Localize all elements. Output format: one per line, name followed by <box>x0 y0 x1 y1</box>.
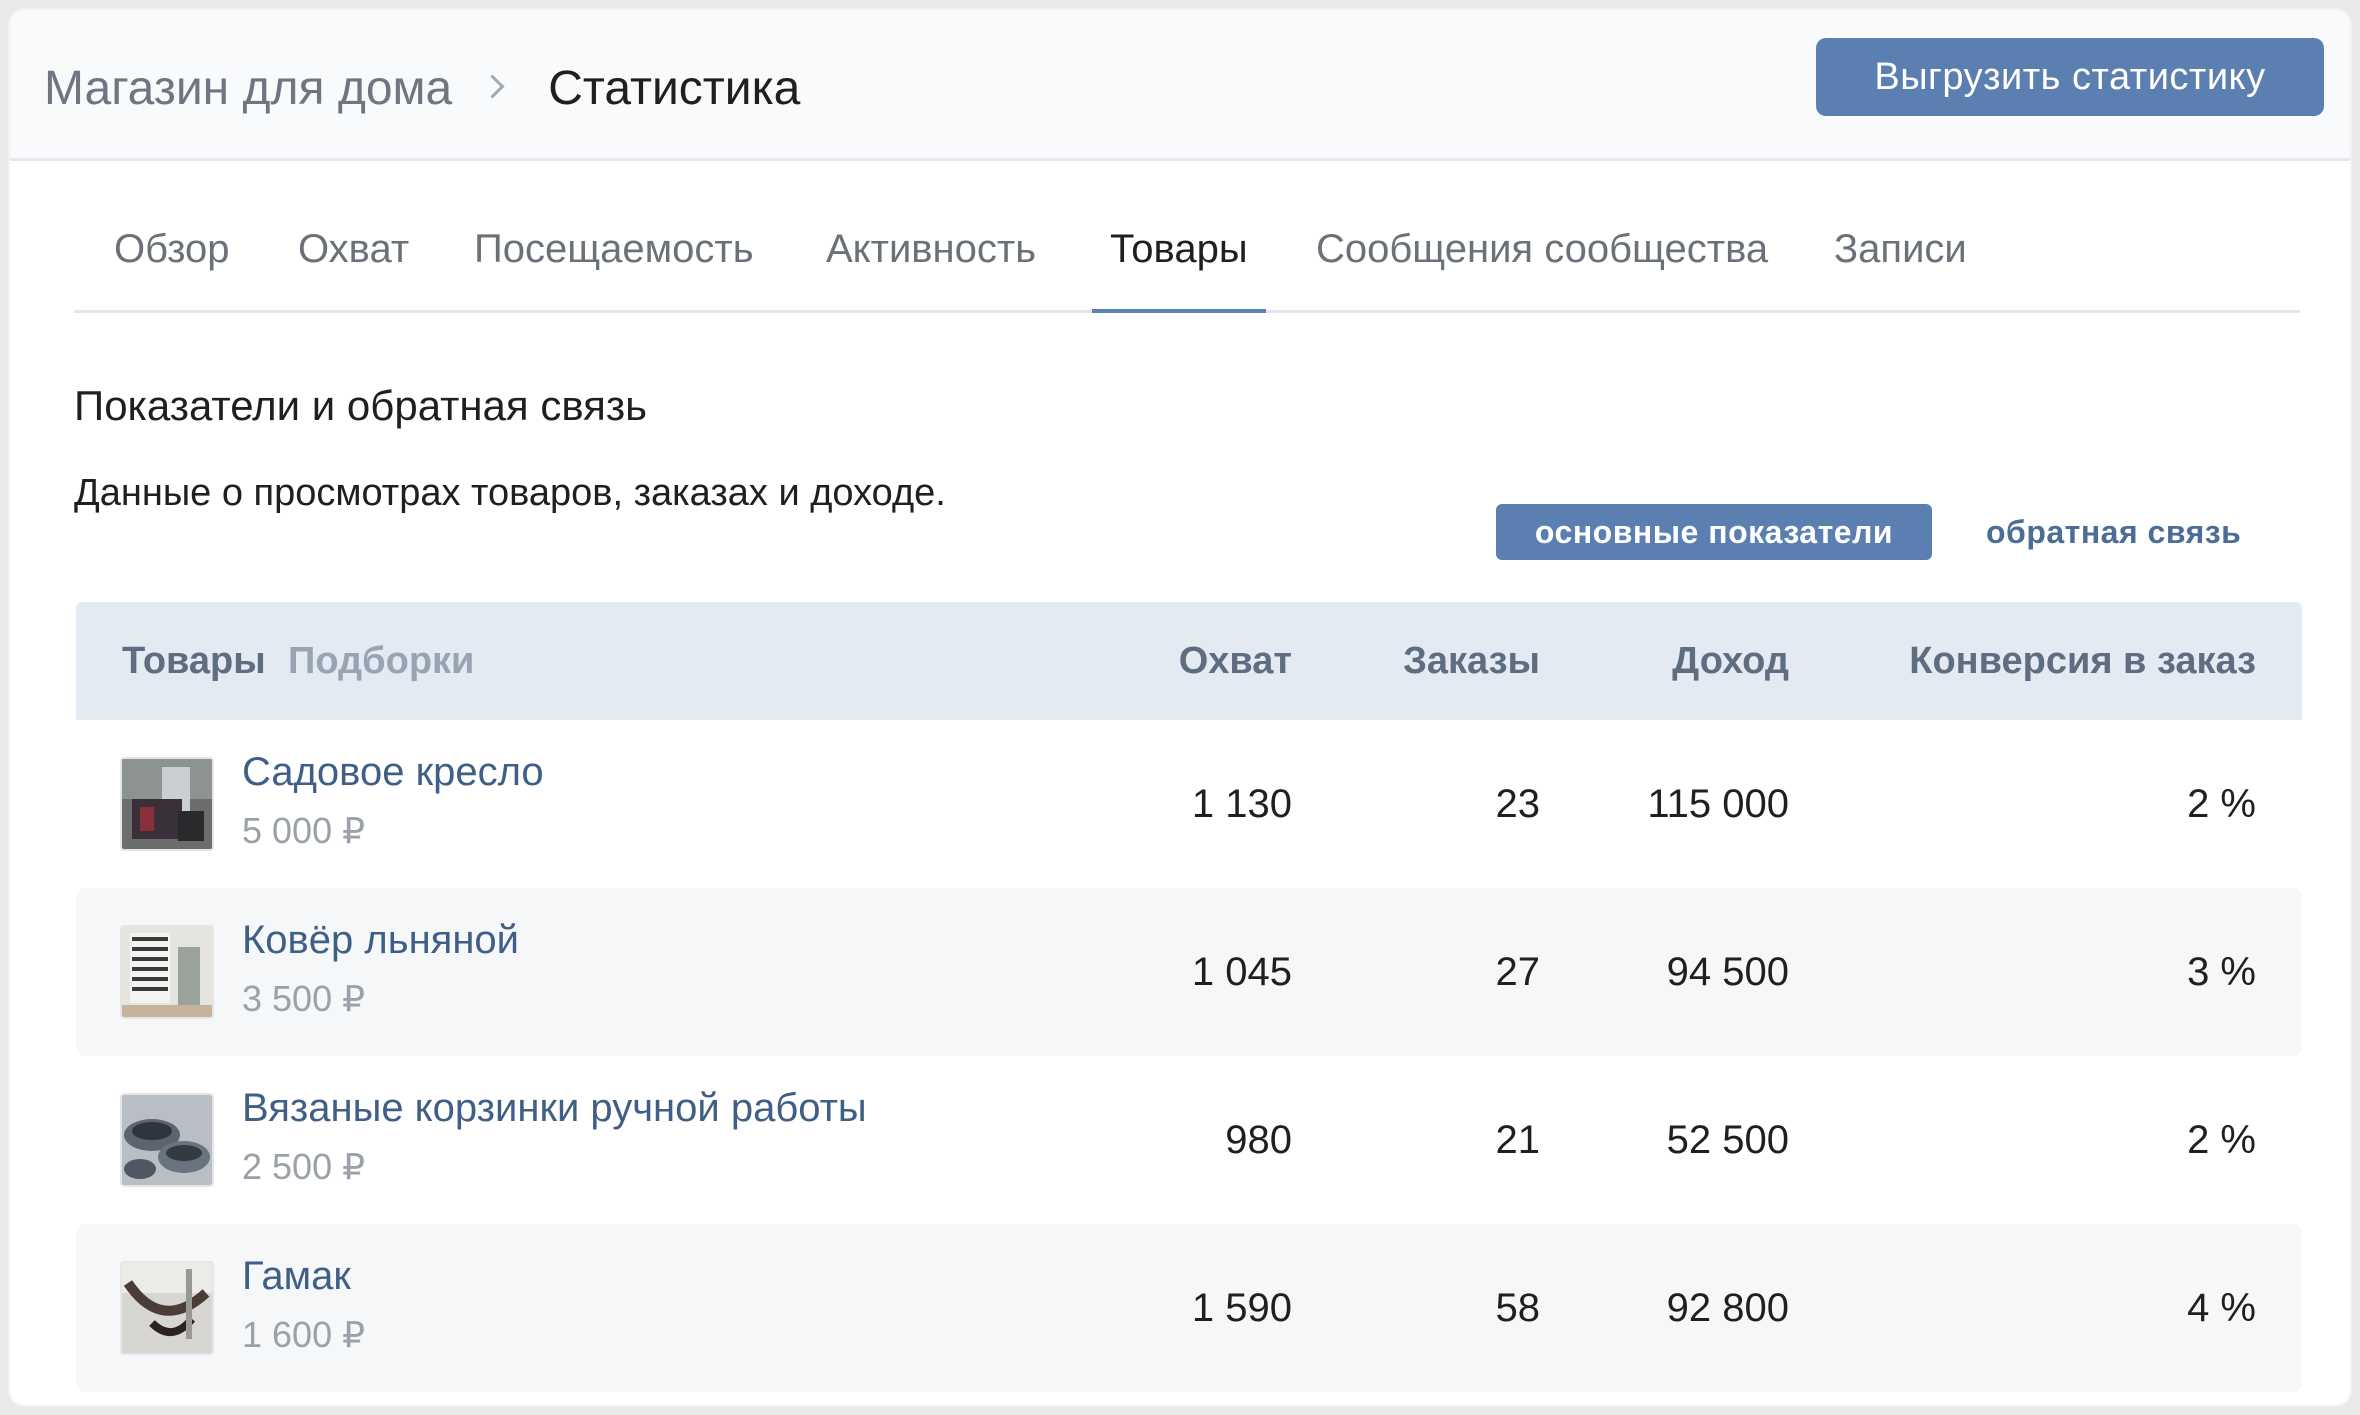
section-description: Данные о просмотрах товаров, заказах и д… <box>74 472 946 514</box>
cell-conversion: 2 % <box>2187 1117 2256 1162</box>
export-statistics-button[interactable]: Выгрузить статистику <box>1816 38 2324 116</box>
products-table: Товары Подборки Охват Заказы Доход Конве… <box>76 602 2302 1392</box>
product-price: 5 000 ₽ <box>242 810 365 851</box>
table-row[interactable]: Вязаные корзинки ручной работы 2 500 ₽ 9… <box>76 1056 2302 1224</box>
header-products-tab[interactable]: Товары <box>122 602 266 720</box>
product-name-link[interactable]: Ковёр льняной <box>242 918 519 963</box>
product-name-link[interactable]: Садовое кресло <box>242 750 544 795</box>
product-thumbnail <box>120 1261 214 1355</box>
table-row[interactable]: Гамак 1 600 ₽ 1 590 58 92 800 4 % <box>76 1224 2302 1392</box>
cell-reach: 1 045 <box>1191 949 1292 994</box>
tab-attendance[interactable]: Посещаемость <box>474 188 754 310</box>
header-income[interactable]: Доход <box>1672 602 1789 720</box>
cell-income: 94 500 <box>1666 949 1789 994</box>
cell-reach: 1 130 <box>1191 781 1292 826</box>
cell-income: 92 800 <box>1666 1285 1789 1330</box>
cell-reach: 980 <box>1225 1117 1292 1162</box>
cell-orders: 58 <box>1495 1285 1541 1330</box>
cell-conversion: 2 % <box>2187 781 2256 826</box>
product-thumbnail <box>120 925 214 1019</box>
page-header: Магазин для дома Статистика Выгрузить ст… <box>10 10 2350 161</box>
toggle-main-metrics[interactable]: основные показатели <box>1496 504 1932 560</box>
product-name-link[interactable]: Вязаные корзинки ручной работы <box>242 1086 867 1131</box>
product-price: 1 600 ₽ <box>242 1314 365 1355</box>
breadcrumb-root-link[interactable]: Магазин для дома <box>44 61 452 116</box>
cell-income: 52 500 <box>1666 1117 1789 1162</box>
header-orders[interactable]: Заказы <box>1403 602 1540 720</box>
header-conversion[interactable]: Конверсия в заказ <box>1909 602 2256 720</box>
tab-bar: Обзор Охват Посещаемость Активность Това… <box>74 188 2300 313</box>
tab-posts[interactable]: Записи <box>1834 188 1967 310</box>
tab-reach[interactable]: Охват <box>298 188 409 310</box>
product-price: 2 500 ₽ <box>242 1146 365 1187</box>
product-name-link[interactable]: Гамак <box>242 1254 351 1299</box>
product-price: 3 500 ₽ <box>242 978 365 1019</box>
tab-community-messages[interactable]: Сообщения сообщества <box>1316 188 1768 310</box>
toggle-feedback[interactable]: обратная связь <box>1986 504 2286 560</box>
table-header: Товары Подборки Охват Заказы Доход Конве… <box>76 602 2302 720</box>
table-row[interactable]: Ковёр льняной 3 500 ₽ 1 045 27 94 500 3 … <box>76 888 2302 1056</box>
statistics-window: Магазин для дома Статистика Выгрузить ст… <box>10 10 2350 1405</box>
section-title: Показатели и обратная связь <box>74 382 648 429</box>
tab-overview[interactable]: Обзор <box>114 188 230 310</box>
table-row[interactable]: Садовое кресло 5 000 ₽ 1 130 23 115 000 … <box>76 720 2302 888</box>
breadcrumb: Магазин для дома Статистика <box>44 58 800 118</box>
header-collections-tab[interactable]: Подборки <box>288 602 474 720</box>
tab-products[interactable]: Товары <box>1092 188 1266 313</box>
cell-income: 115 000 <box>1647 781 1789 826</box>
header-reach[interactable]: Охват <box>1179 602 1292 720</box>
cell-orders: 21 <box>1495 1117 1541 1162</box>
cell-orders: 27 <box>1495 949 1541 994</box>
product-thumbnail <box>120 1093 214 1187</box>
chevron-right-icon <box>478 68 518 108</box>
cell-conversion: 4 % <box>2187 1285 2256 1330</box>
tab-activity[interactable]: Активность <box>826 188 1036 310</box>
product-thumbnail <box>120 757 214 851</box>
page-title: Статистика <box>548 61 801 115</box>
cell-reach: 1 590 <box>1191 1285 1292 1330</box>
cell-conversion: 3 % <box>2187 949 2256 994</box>
cell-orders: 23 <box>1495 781 1541 826</box>
